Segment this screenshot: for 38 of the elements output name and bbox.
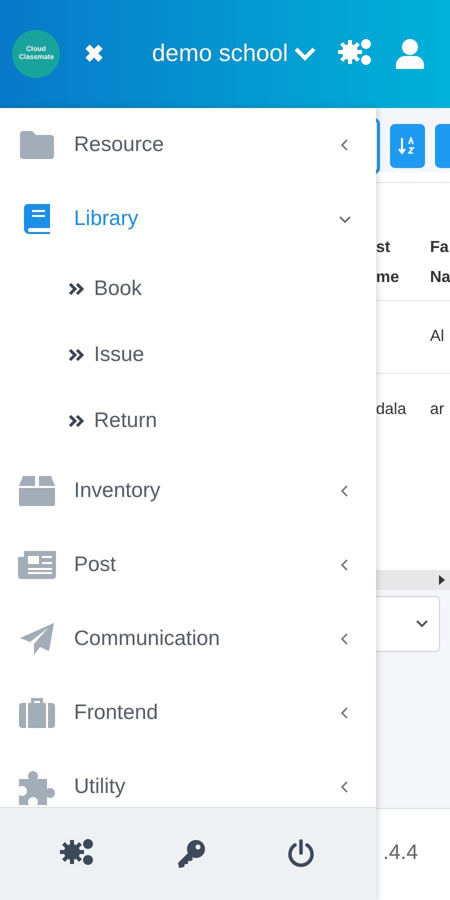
puzzle-icon: [19, 769, 55, 805]
chevron-down-icon: [294, 47, 316, 61]
menu-item[interactable]: Inventory: [0, 454, 376, 528]
book-icon: [24, 204, 50, 234]
menu-item[interactable]: Post: [0, 528, 376, 602]
submenu-item[interactable]: Issue: [0, 322, 376, 388]
suitcase-icon: [19, 698, 55, 728]
sort-button[interactable]: [390, 124, 424, 168]
close-icon[interactable]: ✖: [84, 40, 110, 68]
menu-item[interactable]: Frontend: [0, 676, 376, 750]
menu-item[interactable]: Library: [0, 182, 376, 256]
key-icon[interactable]: [176, 839, 206, 870]
user-icon[interactable]: [396, 39, 424, 69]
horizontal-scrollbar[interactable]: [376, 570, 450, 590]
double-chevron-icon: [68, 282, 86, 296]
submenu-item[interactable]: Book: [0, 256, 376, 322]
paper-plane-icon: [20, 623, 54, 655]
double-chevron-icon: [68, 414, 86, 428]
power-icon[interactable]: [286, 839, 316, 870]
submenu-item[interactable]: Return: [0, 388, 376, 454]
table-cell-text: dala: [376, 401, 408, 419]
school-dropdown[interactable]: demo school: [152, 40, 316, 68]
menu-item[interactable]: Communication: [0, 602, 376, 676]
table-cell-text: ar: [430, 401, 446, 419]
double-chevron-icon: [68, 348, 86, 362]
menu-item[interactable]: Utility: [0, 750, 376, 808]
version-text: .4.4: [383, 841, 418, 865]
newspaper-icon: [18, 551, 56, 579]
select-field[interactable]: [376, 596, 440, 652]
toolbar-button[interactable]: [434, 124, 450, 168]
menu-item[interactable]: Resource: [0, 108, 376, 182]
chevron-down-icon: [415, 619, 429, 629]
table-cell-text: Al: [430, 328, 446, 346]
column-header: st me: [376, 238, 396, 288]
box-icon: [19, 476, 55, 506]
sort-icon: [398, 137, 416, 155]
folder-icon: [20, 131, 54, 159]
caret-right-icon: [438, 575, 446, 585]
